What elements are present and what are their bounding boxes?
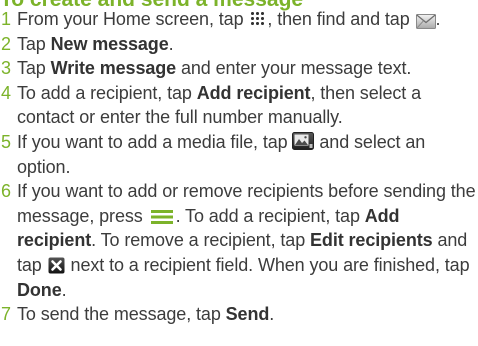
step-text: Tap [17,33,46,54]
step-text: next to a recipient field. When you are … [70,254,470,275]
step-text: If you want to add a media file, tap [17,131,288,152]
step-6: 6 If you want to add or remove recipient… [0,179,478,302]
ui-term: New message [50,33,169,54]
step-1: 1 From your Home screen, tap , then find… [0,7,478,32]
step-text: Tap [17,58,46,79]
media-attachment-icon [292,132,315,151]
step-number: 6 [1,181,11,202]
step-number: 4 [1,82,11,103]
menu-key-icon [150,207,174,224]
step-number: 7 [1,304,11,325]
ui-term: Done [17,279,62,300]
step-text: . To add a recipient, tap [175,205,360,226]
step-7: 7 To send the message, tap Send. [0,302,478,327]
help-page: To create and send a message 1 From your… [0,0,478,346]
step-text: . To remove a recipient, tap [91,230,306,251]
step-5: 5 If you want to add a media file, tap a… [0,130,478,179]
remove-recipient-icon [48,256,65,274]
step-2: 2 Tap New message. [0,32,478,57]
step-text: To send the message, tap [17,304,221,325]
step-number: 1 [1,9,11,29]
step-text: To add a recipient, tap [17,82,192,103]
step-text: , then find and tap [267,9,410,29]
step-text: . [168,33,174,54]
step-text: and enter your message text. [180,58,412,79]
step-text: From your Home screen, tap [17,9,244,29]
step-number: 5 [1,131,11,152]
step-text: . [435,9,441,29]
step-3: 3 Tap Write message and enter your messa… [0,56,478,81]
ui-term: Write message [50,58,177,79]
step-text: . [61,279,67,300]
ui-term: Send [225,304,270,325]
ui-term: Add recipient [196,82,311,103]
ui-term: Edit recipients [310,230,433,251]
steps-list: 1 From your Home screen, tap , then find… [0,7,478,327]
step-4: 4 To add a recipient, tap Add recipient,… [0,81,478,130]
apps-grid-icon [250,10,266,26]
step-text: . [269,304,275,325]
envelope-icon [415,11,436,29]
step-number: 2 [1,33,11,54]
step-number: 3 [1,58,11,79]
